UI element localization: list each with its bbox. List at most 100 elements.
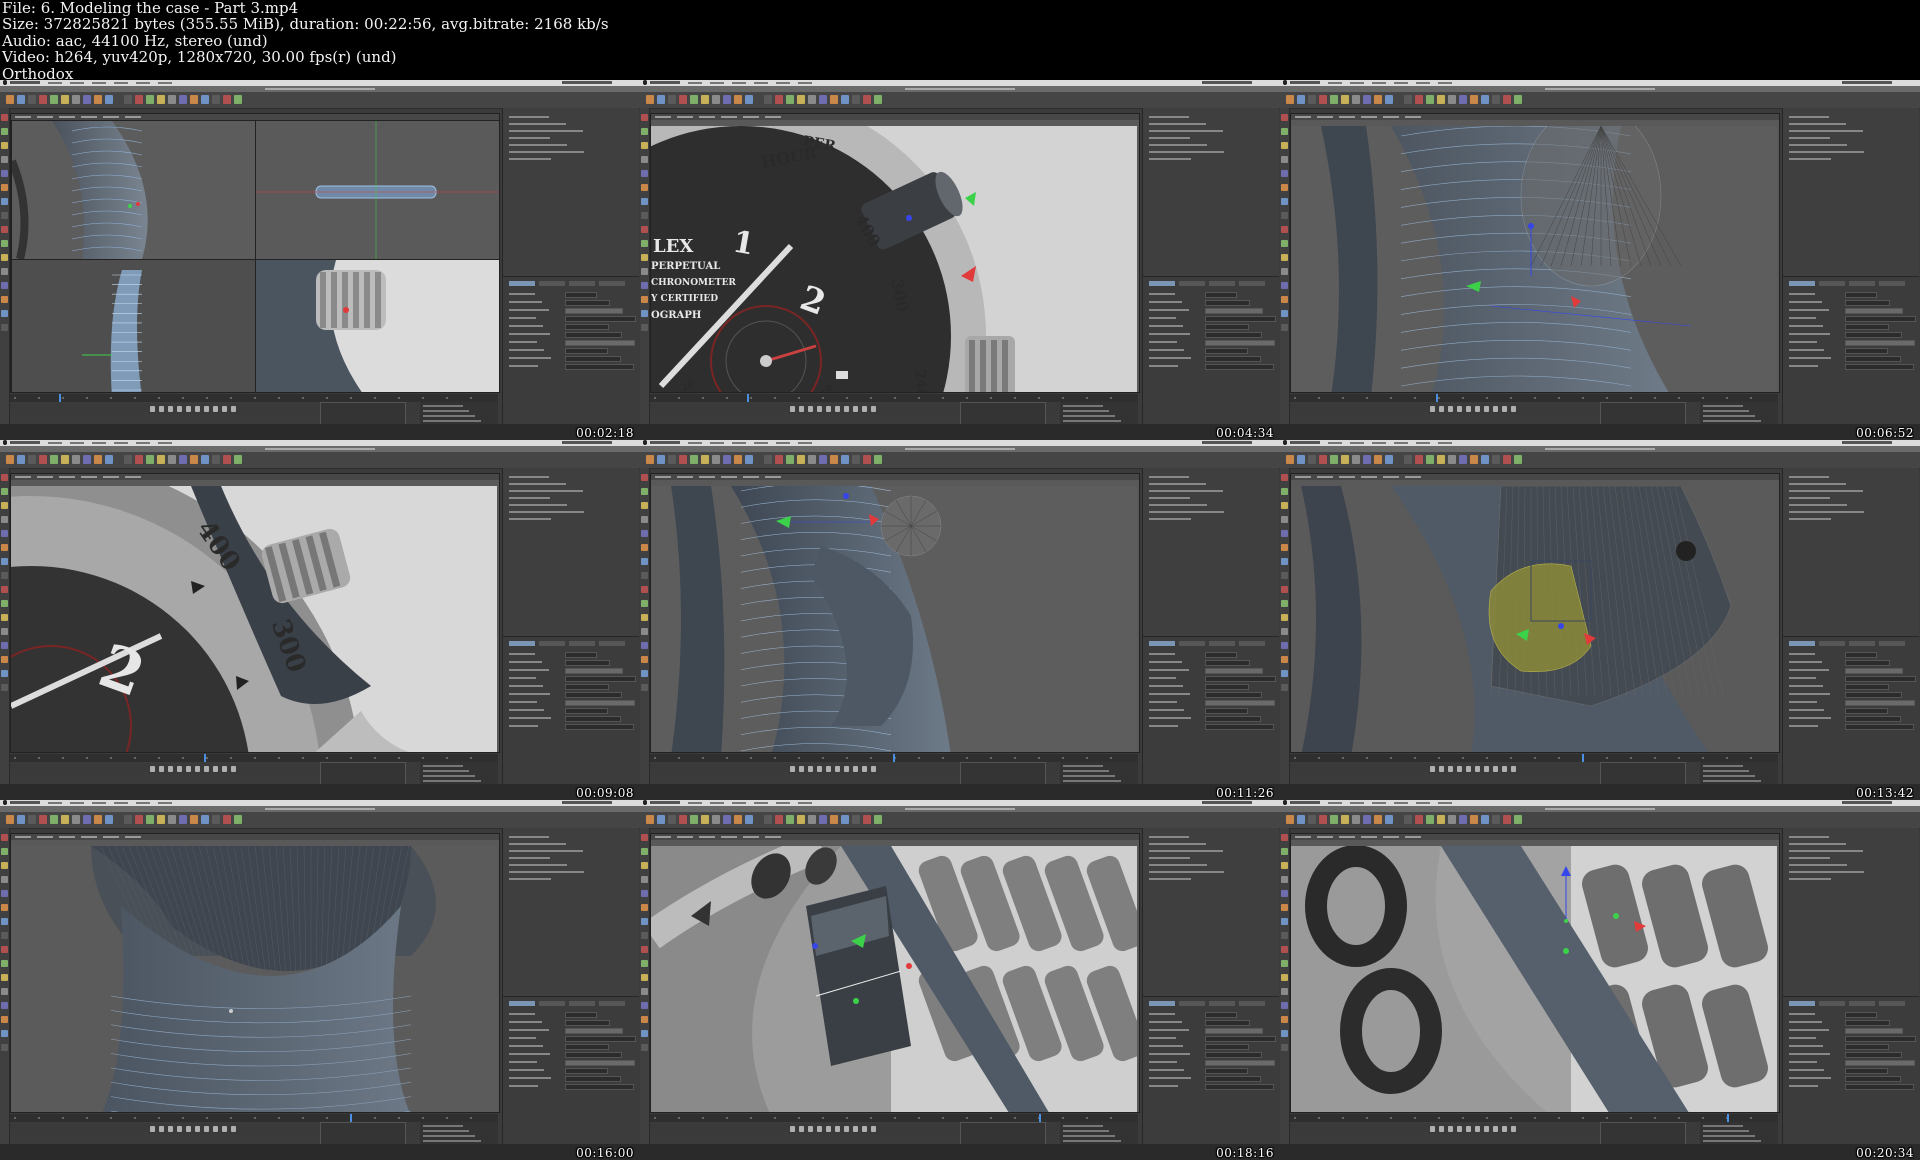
nurbs-icon[interactable] xyxy=(179,815,187,824)
panel-menu[interactable] xyxy=(765,116,781,118)
attribute-tab[interactable] xyxy=(1789,1001,1815,1006)
attribute-field[interactable] xyxy=(565,316,636,322)
object-list-row[interactable] xyxy=(1149,476,1189,478)
attribute-field[interactable] xyxy=(1845,700,1915,706)
lock-icon[interactable] xyxy=(641,600,648,607)
menu-item[interactable] xyxy=(1416,802,1430,804)
go-start-icon[interactable] xyxy=(1430,1126,1435,1132)
object-list-row[interactable] xyxy=(1149,836,1189,838)
attribute-tab[interactable] xyxy=(1239,1001,1265,1006)
edges-mode-icon[interactable] xyxy=(641,488,648,495)
y-axis-icon[interactable] xyxy=(723,95,731,104)
attribute-field[interactable] xyxy=(1205,340,1275,346)
attribute-field[interactable] xyxy=(565,700,635,706)
world-icon[interactable] xyxy=(1385,455,1393,464)
timeline-ruler[interactable] xyxy=(650,394,1138,402)
scene-icon[interactable] xyxy=(212,455,220,464)
sculpt-icon[interactable] xyxy=(1281,684,1288,691)
sculpt-icon[interactable] xyxy=(641,684,648,691)
options-menu[interactable] xyxy=(721,836,737,838)
object-list-row[interactable] xyxy=(509,871,584,873)
object-list-row[interactable] xyxy=(509,857,550,859)
z-axis-icon[interactable] xyxy=(734,815,742,824)
menu-item[interactable] xyxy=(48,442,62,444)
display-menu[interactable] xyxy=(699,836,715,838)
next-frame-icon[interactable] xyxy=(826,766,831,772)
lock-icon[interactable] xyxy=(1,240,8,247)
x-axis-icon[interactable] xyxy=(712,95,720,104)
undo-icon[interactable] xyxy=(646,455,654,464)
spline-icon[interactable] xyxy=(808,815,816,824)
paint-icon[interactable] xyxy=(1,670,8,677)
attribute-field[interactable] xyxy=(565,1012,597,1018)
render-view-icon[interactable] xyxy=(775,455,783,464)
layers-icon[interactable] xyxy=(641,296,648,303)
scene-icon[interactable] xyxy=(1492,455,1500,464)
nurbs-icon[interactable] xyxy=(1459,95,1467,104)
x-axis-icon[interactable] xyxy=(72,815,80,824)
paint-icon[interactable] xyxy=(641,1030,648,1037)
play-icon[interactable] xyxy=(177,406,182,412)
attribute-field[interactable] xyxy=(1845,1036,1916,1042)
attribute-tab[interactable] xyxy=(1179,641,1205,646)
world-icon[interactable] xyxy=(745,95,753,104)
spline-icon[interactable] xyxy=(1448,815,1456,824)
apple-icon[interactable] xyxy=(643,440,647,445)
go-start-icon[interactable] xyxy=(1430,406,1435,412)
rotate-icon[interactable] xyxy=(1341,815,1349,824)
z-axis-icon[interactable] xyxy=(1374,95,1382,104)
attribute-field[interactable] xyxy=(1205,1052,1262,1058)
attribute-field[interactable] xyxy=(1845,724,1914,730)
attribute-tab[interactable] xyxy=(1849,641,1875,646)
sculpt-icon[interactable] xyxy=(1,684,8,691)
menu-item[interactable] xyxy=(776,82,790,84)
attribute-field[interactable] xyxy=(1845,292,1877,298)
camera-icon[interactable] xyxy=(1503,95,1511,104)
attribute-field[interactable] xyxy=(1845,1076,1901,1082)
attribute-field[interactable] xyxy=(565,308,623,314)
prev-key-icon[interactable] xyxy=(159,406,164,412)
object-list-row[interactable] xyxy=(1789,144,1847,146)
spline-icon[interactable] xyxy=(808,95,816,104)
apple-icon[interactable] xyxy=(643,800,647,805)
undo-icon[interactable] xyxy=(6,455,14,464)
light-icon[interactable] xyxy=(1514,815,1522,824)
camera-icon[interactable] xyxy=(863,815,871,824)
settings-icon[interactable] xyxy=(786,815,794,824)
filter-menu[interactable] xyxy=(103,476,119,478)
attribute-field[interactable] xyxy=(565,708,608,714)
lock-icon[interactable] xyxy=(1281,600,1288,607)
grid-icon[interactable] xyxy=(1281,628,1288,635)
3d-viewport[interactable]: 400 300 2 xyxy=(10,473,500,753)
render-icon[interactable] xyxy=(1404,815,1412,824)
snap-icon[interactable] xyxy=(1,558,8,565)
attribute-tab[interactable] xyxy=(1819,641,1845,646)
next-frame-icon[interactable] xyxy=(186,406,191,412)
object-list-row[interactable] xyxy=(509,511,584,513)
menu-item[interactable] xyxy=(158,442,172,444)
menu-item[interactable] xyxy=(70,82,84,84)
tweak-icon[interactable] xyxy=(1,642,8,649)
prev-key-icon[interactable] xyxy=(799,406,804,412)
object-list-row[interactable] xyxy=(509,483,566,485)
apple-icon[interactable] xyxy=(1283,440,1287,445)
menu-item[interactable] xyxy=(798,82,812,84)
lock-icon[interactable] xyxy=(1281,960,1288,967)
rotate-icon[interactable] xyxy=(701,815,709,824)
texture-mode-icon[interactable] xyxy=(1,530,8,537)
render-view-icon[interactable] xyxy=(775,815,783,824)
attribute-field[interactable] xyxy=(1205,1084,1274,1090)
display-menu[interactable] xyxy=(59,476,75,478)
attribute-field[interactable] xyxy=(565,684,609,690)
object-list-row[interactable] xyxy=(509,518,551,520)
attribute-field[interactable] xyxy=(565,716,621,722)
camera-icon[interactable] xyxy=(223,815,231,824)
attribute-field[interactable] xyxy=(1845,332,1902,338)
select-icon[interactable] xyxy=(1308,815,1316,824)
snap-icon[interactable] xyxy=(1281,198,1288,205)
move-icon[interactable] xyxy=(39,95,47,104)
options-menu[interactable] xyxy=(81,116,97,118)
menu-item[interactable] xyxy=(1350,442,1364,444)
attribute-tab[interactable] xyxy=(569,641,595,646)
attribute-tab[interactable] xyxy=(1209,1001,1235,1006)
